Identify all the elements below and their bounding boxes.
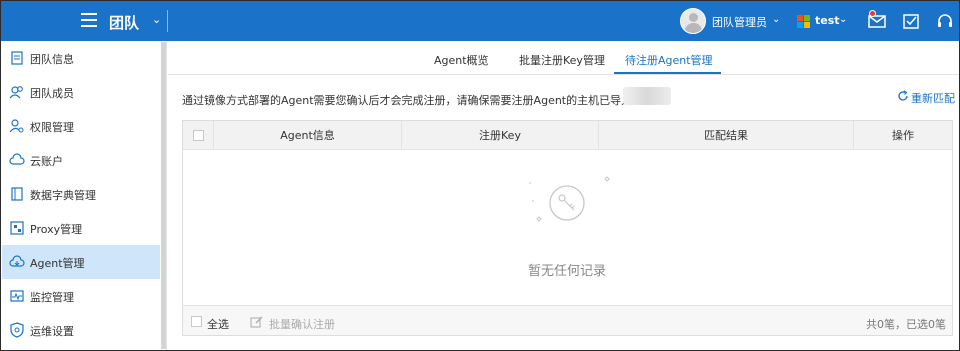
sidebar: 团队信息 团队成员 权限管理 云账户 数据字典管理 Proxy管理 Agent管…	[1, 41, 167, 350]
sidebar-item-ops-settings[interactable]: 运维设置	[2, 313, 160, 347]
document-icon	[11, 51, 23, 65]
users-icon	[9, 86, 23, 99]
avatar[interactable]	[680, 8, 706, 34]
tenant-switcher[interactable]: test	[815, 14, 840, 27]
app-window: 团队 ⌄ 团队管理员 ⌄ test ⌄ 团队信息 团队成员 权限管理 云账户 数…	[0, 0, 960, 351]
tab-pending-agents[interactable]: 待注册Agent管理	[625, 52, 713, 68]
empty-state-text: 暂无任何记录	[528, 264, 607, 279]
tab-batch-key[interactable]: 批量注册Key管理	[519, 52, 605, 68]
sidebar-item-proxy[interactable]: Proxy管理	[2, 211, 160, 245]
sidebar-item-label: Agent管理	[30, 257, 85, 270]
header-checkbox-cell	[183, 121, 214, 150]
chevron-down-icon[interactable]: ⌄	[839, 14, 847, 25]
sidebar-item-cloud-account[interactable]: 云账户	[2, 143, 160, 177]
sidebar-item-label: 监控管理	[30, 291, 74, 304]
cloud-agent-icon	[9, 255, 25, 267]
header-checkbox[interactable]	[193, 130, 204, 141]
top-bar: 团队 ⌄ 团队管理员 ⌄ test ⌄	[1, 1, 959, 41]
rematch-button[interactable]: 重新匹配	[911, 90, 955, 106]
task-check-icon[interactable]	[901, 11, 921, 31]
chevron-down-icon[interactable]: ⌄	[152, 13, 161, 26]
hamburger-menu-icon[interactable]	[81, 13, 97, 27]
sidebar-item-team-members[interactable]: 团队成员	[2, 75, 160, 109]
user-name[interactable]: 团队管理员	[712, 14, 767, 30]
sidebar-item-monitoring[interactable]: 监控管理	[2, 279, 160, 313]
windows-logo-icon	[797, 15, 810, 28]
refresh-icon[interactable]	[897, 90, 909, 102]
select-all-label[interactable]: 全选	[207, 316, 229, 332]
registration-notice: 通过镜像方式部署的Agent需要您确认后才会完成注册，请确保需要注册Agent的…	[182, 94, 644, 107]
table-footer: 全选 批量确认注册 共0笔，已选0笔	[183, 305, 952, 335]
redacted-text	[623, 87, 671, 105]
selection-summary: 共0笔，已选0笔	[866, 318, 946, 331]
sidebar-item-team-info[interactable]: 团队信息	[2, 41, 160, 75]
proxy-icon	[10, 221, 24, 235]
column-header: 匹配结果	[599, 121, 854, 150]
chevron-down-icon[interactable]: ⌄	[772, 14, 780, 25]
column-header: 注册Key	[402, 121, 599, 150]
sidebar-item-permissions[interactable]: 权限管理	[2, 109, 160, 143]
sidebar-scrollbar[interactable]	[161, 42, 166, 349]
shield-gear-icon	[10, 322, 24, 338]
sidebar-item-label: 团队成员	[30, 87, 74, 100]
tab-bar: Agent概览 批量注册Key管理 待注册Agent管理	[168, 41, 959, 75]
team-switcher-label[interactable]: 团队	[109, 12, 139, 33]
key-empty-state-icon	[529, 176, 610, 222]
sidebar-item-label: 云账户	[30, 155, 63, 168]
sidebar-item-data-dictionary[interactable]: 数据字典管理	[2, 177, 160, 211]
headset-icon[interactable]	[935, 11, 955, 31]
monitor-icon	[10, 290, 24, 302]
divider	[167, 10, 168, 32]
tab-agent-overview[interactable]: Agent概览	[434, 52, 489, 68]
batch-confirm-button[interactable]: 批量确认注册	[269, 316, 335, 332]
user-key-icon	[9, 119, 24, 133]
sidebar-item-agent[interactable]: Agent管理	[2, 245, 160, 279]
book-icon	[11, 187, 23, 201]
edit-icon	[250, 316, 263, 328]
select-all-checkbox[interactable]	[191, 316, 202, 327]
sidebar-item-label: 运维设置	[30, 325, 74, 338]
cloud-icon	[9, 153, 25, 165]
column-header: 操作	[892, 129, 914, 142]
notification-dot	[869, 10, 876, 17]
active-tab-indicator	[614, 72, 721, 74]
sidebar-item-label: 数据字典管理	[30, 189, 96, 202]
sidebar-item-label: 权限管理	[30, 121, 74, 134]
table-header: Agent信息 注册Key 匹配结果 操作	[183, 121, 952, 150]
sidebar-item-label: Proxy管理	[30, 223, 83, 236]
sidebar-item-label: 团队信息	[30, 53, 74, 66]
column-header: Agent信息	[214, 121, 402, 150]
